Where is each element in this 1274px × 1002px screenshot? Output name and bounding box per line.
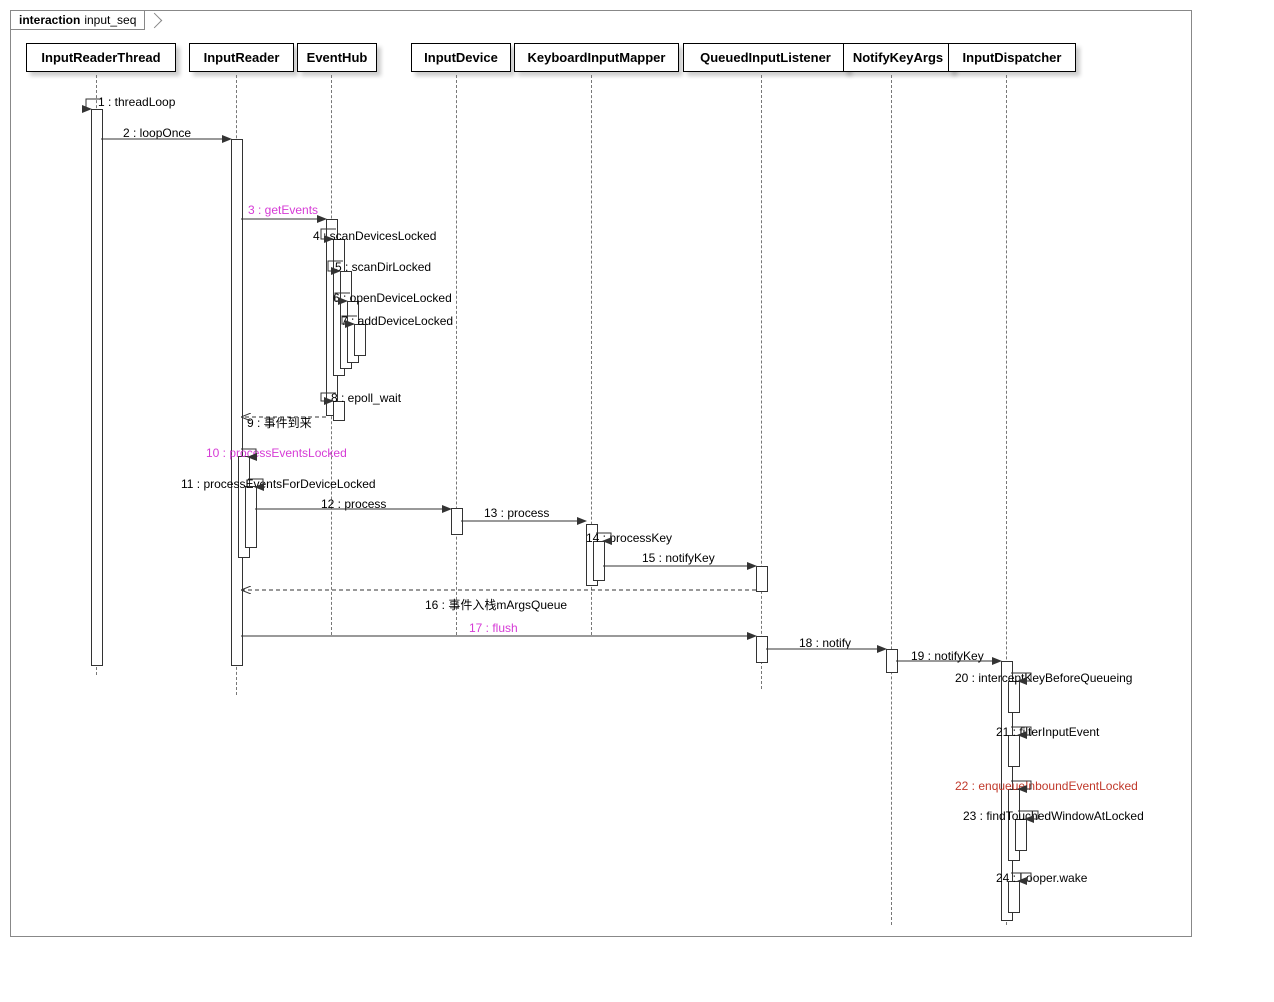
msg-14: 14 : processKey [586,531,672,545]
msg-21: 21 : filterInputEvent [996,725,1099,739]
msg-24: 24 : Looper.wake [996,871,1087,885]
activation-p3e [354,324,366,356]
msg-7: 7 : addDeviceLocked [341,314,453,328]
sequence-frame: interaction input_seq InputReaderThread … [10,10,1192,937]
activation-p8c [1008,735,1020,767]
tab-notch [147,13,163,29]
activation-p8b [1008,681,1020,713]
activation-p8e [1015,819,1027,851]
msg-1: 1 : threadLoop [98,95,175,109]
msg-11: 11 : processEventsForDeviceLocked [181,477,376,491]
msg-4: 4 : scanDevicesLocked [313,229,436,243]
msg-3: 3 : getEvents [248,203,318,217]
activation-p8f [1008,881,1020,913]
activation-p1 [91,109,103,666]
participant-inputreader: InputReader [189,43,294,72]
participant-keyboardinputmapper: KeyboardInputMapper [514,43,679,72]
participant-inputdispatcher: InputDispatcher [948,43,1076,72]
msg-15: 15 : notifyKey [642,551,715,565]
participant-notifykeyargs: NotifyKeyArgs [843,43,953,72]
frame-name: input_seq [84,13,136,27]
msg-23: 23 : findTouchedWindowAtLocked [963,809,1144,823]
activation-p2c [245,486,257,548]
frame-tab: interaction input_seq [11,11,145,30]
frame-keyword: interaction [19,13,80,27]
msg-12: 12 : process [321,497,386,511]
msg-13: 13 : process [484,506,549,520]
activation-p7 [886,649,898,673]
activation-p4 [451,508,463,535]
msg-2: 2 : loopOnce [123,126,191,140]
msg-6: 6 : openDeviceLocked [333,291,452,305]
lifeline-p4 [456,75,457,635]
msg-20: 20 : interceptKeyBeforeQueueing [955,671,1132,685]
lifeline-p6 [761,75,762,689]
activation-p5b [593,541,605,581]
msg-19: 19 : notifyKey [911,649,984,663]
msg-10: 10 : processEventsLocked [206,446,347,460]
msg-9: 9 : 事件到来 [247,414,312,431]
lifeline-p7 [891,75,892,925]
msg-5: 5 : scanDirLocked [335,260,431,274]
msg-16: 16 : 事件入栈mArgsQueue [425,596,567,613]
activation-p2 [231,139,243,666]
participant-inputdevice: InputDevice [411,43,511,72]
msg-18: 18 : notify [799,636,851,650]
activation-p6b [756,636,768,663]
msg-8: 8 : epoll_wait [331,391,401,405]
participant-queuedinputlistener: QueuedInputListener [683,43,848,72]
msg-22: 22 : enqueueInboundEventLocked [955,779,1138,793]
participant-inputreaderthread: InputReaderThread [26,43,176,72]
participant-eventhub: EventHub [297,43,377,72]
msg-17: 17 : flush [469,621,518,635]
activation-p6 [756,566,768,592]
